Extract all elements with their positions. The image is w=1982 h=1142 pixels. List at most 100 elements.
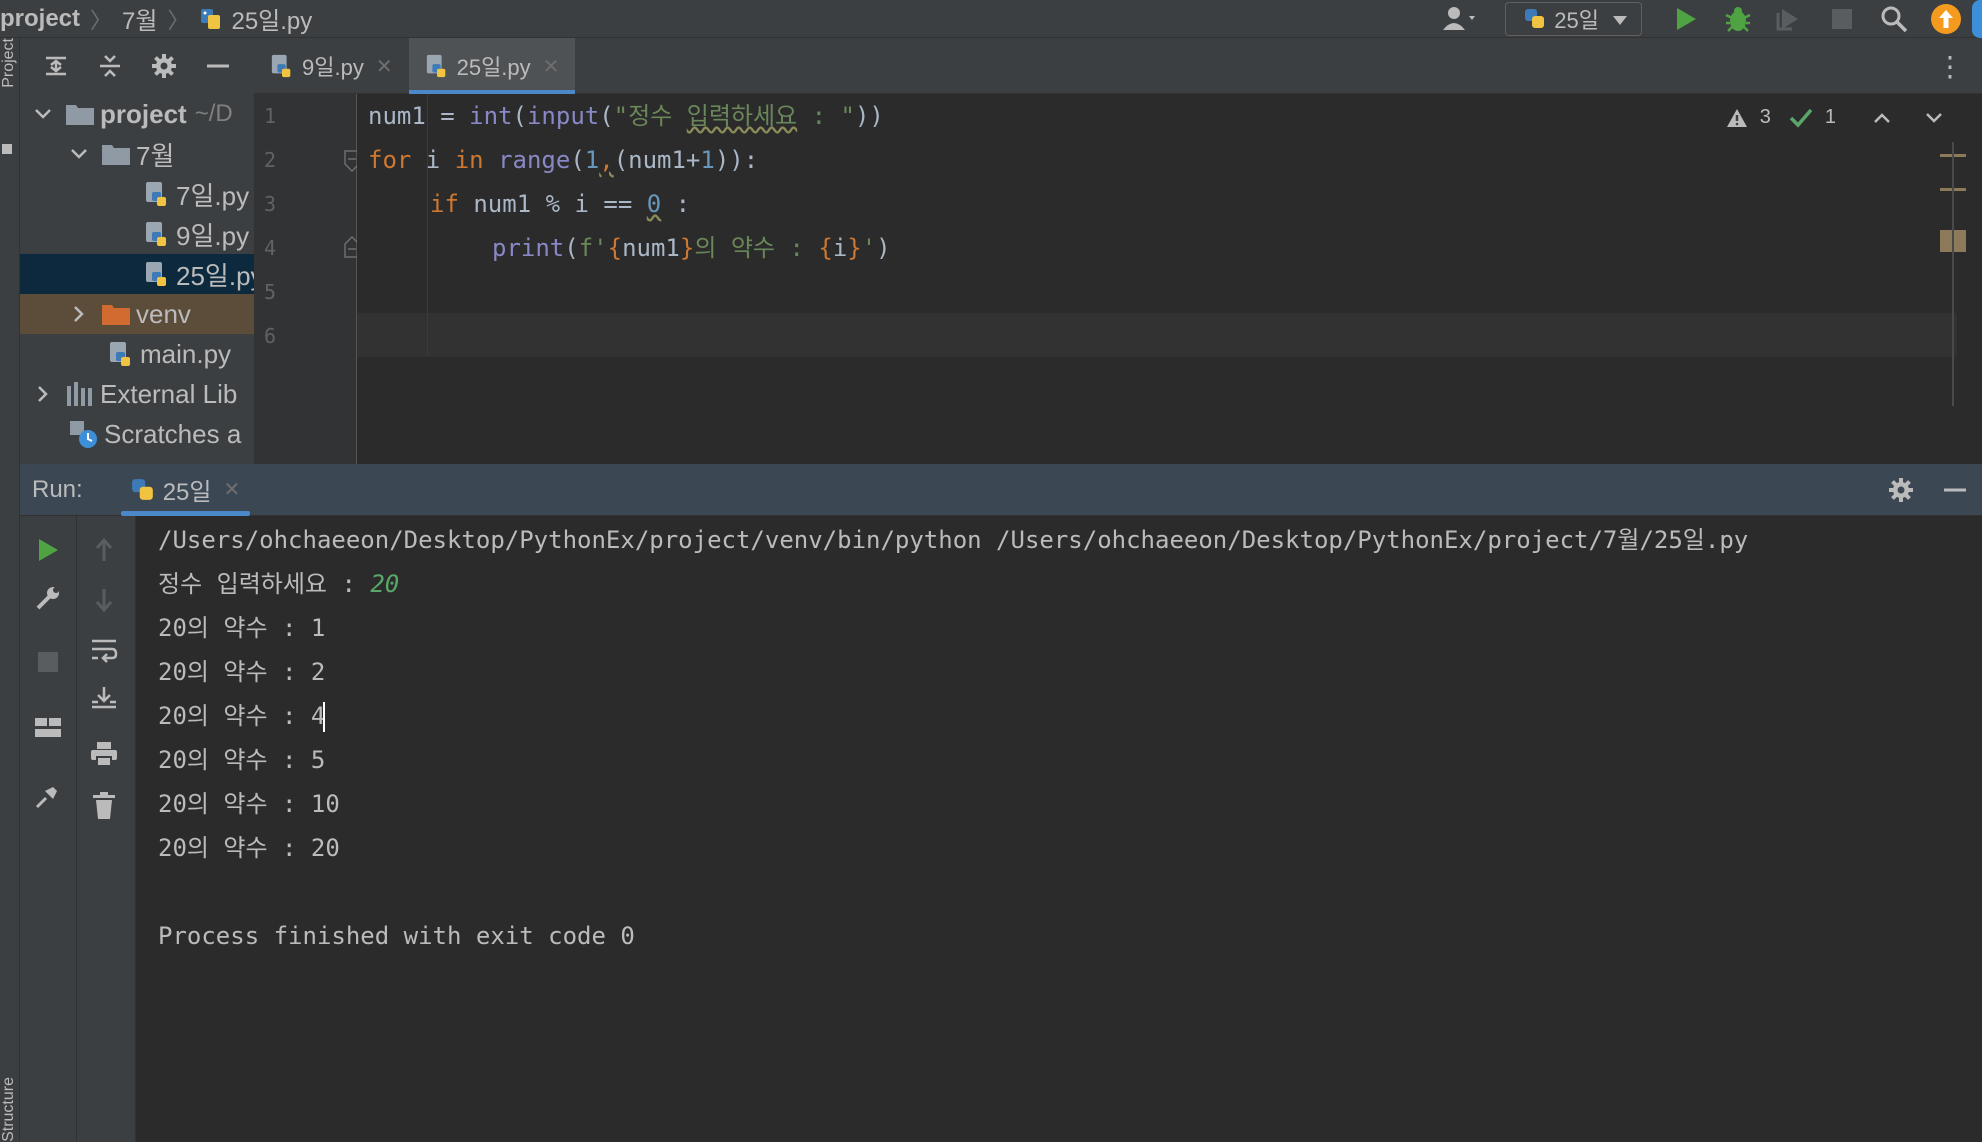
folder-icon: [66, 103, 94, 125]
layout-icon[interactable]: [28, 708, 68, 748]
console-output-line: 20의 약수 : 20: [158, 834, 340, 862]
checkmark-icon: [1789, 108, 1813, 128]
inspection-widget[interactable]: 3 1: [1726, 106, 1942, 129]
console-exit-message: Process finished with exit code 0: [158, 922, 635, 950]
console-output-line: 20의 약수 : 1: [158, 614, 326, 642]
breadcrumb-folder[interactable]: 7월: [122, 0, 157, 38]
tree-item-file[interactable]: 7일.py: [20, 174, 254, 214]
close-icon[interactable]: ✕: [223, 477, 240, 502]
run-panel-title: Run:: [32, 475, 83, 503]
chevron-down-icon[interactable]: [68, 134, 90, 174]
left-tool-strip: Project Structure: [0, 38, 20, 1142]
python-file-icon: [425, 53, 449, 79]
tree-item-folder-7[interactable]: 7월: [20, 134, 254, 174]
scrollbar-track[interactable]: [1952, 142, 1954, 406]
code-line-2[interactable]: for i in range(1,(num1+1)):: [368, 138, 758, 182]
code-editor[interactable]: num1 = int(input("정수 입력하세요 : ")) for i i…: [357, 94, 1982, 464]
code-line-3[interactable]: if num1 % i == 0 :: [430, 182, 690, 226]
current-line-highlight: [357, 313, 1957, 357]
run-icon[interactable]: [1660, 0, 1712, 38]
tab-25-py[interactable]: 25일.py ✕: [408, 38, 576, 94]
tree-item-venv[interactable]: venv: [20, 294, 254, 334]
line-number: 4: [264, 236, 277, 260]
tree-item-path-hint: ~/D: [194, 100, 233, 127]
stop-icon[interactable]: [1816, 0, 1868, 38]
chevron-down-icon[interactable]: [32, 94, 54, 134]
chevron-right-icon[interactable]: [68, 294, 90, 334]
console-prompt: 정수 입력하세요 :: [158, 570, 371, 598]
update-icon[interactable]: [1920, 0, 1972, 38]
expand-all-icon[interactable]: [36, 46, 76, 86]
console-output-text: 20의 약수 : 4: [158, 702, 326, 730]
python-icon: [1524, 8, 1546, 30]
tree-item-file-selected[interactable]: 25일.py: [20, 254, 254, 294]
tree-item-label: project: [100, 98, 187, 129]
ok-count: 1: [1824, 106, 1836, 128]
collapse-all-icon[interactable]: [90, 46, 130, 86]
arrow-up-icon[interactable]: [84, 530, 124, 570]
tree-item-label: 7일.py: [176, 180, 250, 211]
tree-item-project[interactable]: project ~/D: [20, 94, 254, 134]
python-file-icon: [108, 340, 134, 368]
console-user-input: 20: [370, 570, 400, 598]
chevron-down-icon[interactable]: [1926, 112, 1942, 123]
warning-icon: [1726, 108, 1748, 128]
breadcrumb-file[interactable]: 25일.py: [231, 0, 312, 38]
wrench-icon[interactable]: [28, 578, 68, 618]
chevron-up-icon[interactable]: [1874, 112, 1890, 123]
close-icon[interactable]: ✕: [543, 54, 560, 79]
minimize-icon[interactable]: [1942, 477, 1968, 503]
soft-wrap-icon[interactable]: [84, 630, 124, 670]
project-tool-icon: [2, 144, 12, 154]
chevron-down-icon: [1613, 6, 1627, 32]
breadcrumb-separator: 〉: [90, 7, 113, 33]
tree-item-label: 25일.py: [176, 260, 254, 291]
project-tree: project ~/D 7월 7일.py 9일.py 25일.py venv m…: [20, 94, 254, 454]
tree-item-file[interactable]: main.py: [20, 334, 254, 374]
scratches-icon: [68, 419, 98, 449]
run-configuration-selector[interactable]: 25일: [1505, 2, 1642, 36]
run-with-coverage-icon[interactable]: [1764, 0, 1816, 38]
user-account-icon[interactable]: [1435, 0, 1487, 38]
python-file-icon: [144, 180, 170, 208]
code-line-1[interactable]: num1 = int(input("정수 입력하세요 : ")): [368, 94, 884, 138]
tree-item-file[interactable]: 9일.py: [20, 214, 254, 254]
arrow-down-icon[interactable]: [84, 580, 124, 620]
console-output-line: 20의 약수 : 2: [158, 658, 326, 686]
run-tab[interactable]: 25일 ✕: [120, 464, 251, 516]
tab-label: 25일.py: [456, 55, 531, 80]
python-file-icon: [199, 7, 223, 31]
breadcrumb-project[interactable]: project: [0, 0, 80, 38]
more-options-icon[interactable]: ⋮: [1936, 38, 1964, 94]
gear-icon[interactable]: [1888, 477, 1914, 503]
tree-item-label: venv: [136, 298, 191, 329]
trash-icon[interactable]: [84, 786, 124, 826]
scroll-to-end-icon[interactable]: [84, 678, 124, 718]
debug-icon[interactable]: [1712, 0, 1764, 38]
console-command-line: /Users/ohchaeeon/Desktop/PythonEx/projec…: [158, 526, 1749, 554]
gear-icon[interactable]: [144, 46, 184, 86]
run-panel-header: Run: 25일 ✕: [20, 464, 1982, 516]
tab-9-py[interactable]: 9일.py ✕: [254, 38, 409, 94]
close-icon[interactable]: ✕: [376, 54, 393, 79]
error-stripe[interactable]: [1940, 142, 1970, 424]
toolbar-divider: [76, 516, 77, 1142]
stop-icon[interactable]: [28, 642, 68, 682]
search-icon[interactable]: [1868, 0, 1920, 38]
print-icon[interactable]: [84, 734, 124, 774]
line-number: 2: [264, 148, 277, 172]
pin-icon[interactable]: [28, 776, 68, 816]
tree-item-scratches[interactable]: Scratches a: [20, 414, 254, 454]
console-output-line: 20의 약수 : 10: [158, 790, 340, 818]
run-tab-label: 25일: [162, 479, 212, 506]
code-line-4[interactable]: print(f'{num1}의 약수 : {i}'): [492, 226, 891, 270]
run-console[interactable]: /Users/ohchaeeon/Desktop/PythonEx/projec…: [136, 516, 1982, 1142]
chevron-right-icon[interactable]: [32, 374, 54, 414]
assistant-icon[interactable]: [1972, 0, 1982, 38]
minimize-icon[interactable]: [198, 46, 238, 86]
rerun-icon[interactable]: [28, 530, 68, 570]
tree-item-external-libraries[interactable]: External Lib: [20, 374, 254, 414]
structure-tool-window-label[interactable]: Structure: [0, 1077, 20, 1142]
project-tool-window-label[interactable]: Project: [0, 38, 20, 88]
navigation-bar: project 〉 7월 〉 25일.py 25일: [0, 0, 1982, 38]
